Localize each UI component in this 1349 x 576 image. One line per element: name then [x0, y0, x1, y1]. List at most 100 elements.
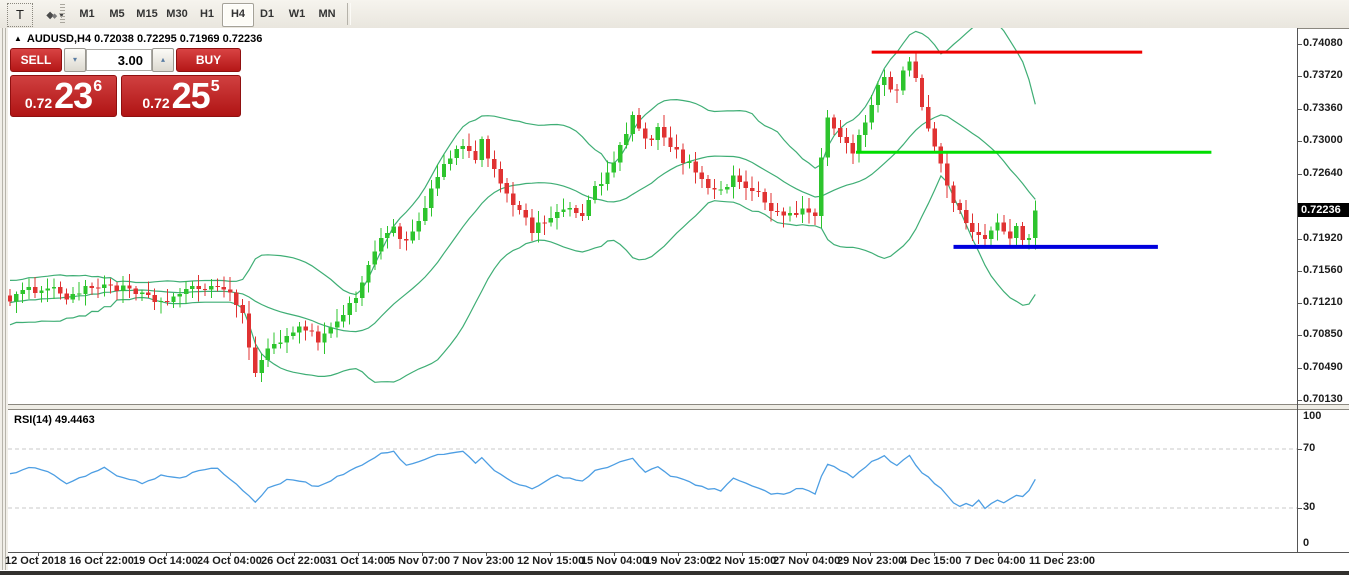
time-axis-label: 15 Nov 04:00 [581, 555, 649, 567]
buy-price-button[interactable]: 0.72 25 5 [121, 75, 241, 117]
diamond-icon: ◆ [51, 13, 58, 20]
candle-body [45, 288, 50, 291]
candle-body [460, 145, 466, 150]
candle-body [687, 161, 692, 163]
rsi-line [9, 450, 1036, 510]
sell-price-button[interactable]: 0.72 23 6 [10, 75, 117, 117]
timeframe-button-w1[interactable]: W1 [282, 3, 312, 25]
buy-button[interactable]: BUY [176, 48, 241, 72]
candle-body [662, 127, 667, 138]
time-axis-label: 7 Dec 04:00 [965, 555, 1026, 567]
sell-button[interactable]: SELL [10, 48, 62, 72]
candle-body [655, 127, 661, 140]
price-axis-label: 0.73360 [1303, 102, 1343, 114]
candle-body [586, 199, 591, 216]
candle-body [592, 186, 598, 200]
candle-body [907, 61, 912, 71]
candle-body [89, 286, 94, 288]
candle-body [580, 213, 585, 216]
sell-price-big: 23 [54, 75, 93, 116]
candle-body [228, 289, 233, 293]
candle-body [278, 342, 283, 345]
candle-body [215, 286, 220, 288]
candle-body [995, 222, 1000, 231]
candle-body [196, 286, 201, 289]
toolbar: T ◆◆▾ M1M5M15M30H1H4D1W1MN [0, 0, 1349, 29]
candle-body [1026, 237, 1032, 240]
volume-increase-button[interactable]: ▴ [152, 48, 174, 72]
candle-body [649, 138, 654, 140]
candle-body [643, 128, 648, 139]
rsi-chart[interactable] [8, 410, 1297, 552]
text-tool-button[interactable]: T [7, 3, 33, 27]
candle-body [605, 172, 610, 185]
timeframe-button-m30[interactable]: M30 [162, 3, 192, 25]
candle-body [624, 134, 629, 145]
candle-body [611, 162, 616, 173]
time-axis-label: 11 Dec 23:00 [1029, 555, 1096, 567]
candle-body [750, 188, 755, 192]
rsi-axis-label: 30 [1303, 501, 1316, 513]
sell-price-prefix: 0.72 [24, 95, 53, 111]
candle-body [1020, 225, 1025, 240]
collapse-arrow-icon[interactable]: ▲ [14, 34, 22, 43]
time-axis-label: 26 Oct 22:00 [261, 555, 326, 567]
timeframe-button-m15[interactable]: M15 [132, 3, 162, 25]
toolbar-separator [347, 3, 351, 25]
candle-body [146, 292, 151, 295]
time-axis-label: 5 Nov 07:00 [389, 555, 451, 567]
volume-input[interactable] [86, 49, 152, 71]
candle-body [429, 188, 434, 208]
candle-body [504, 183, 510, 194]
candle-body [473, 151, 478, 160]
time-axis-label: 12 Oct 2018 [5, 555, 67, 567]
price-axis-label: 0.73720 [1303, 69, 1343, 81]
timeframe-button-m5[interactable]: M5 [102, 3, 132, 25]
candle-body [441, 164, 447, 177]
candle-body [26, 287, 32, 291]
candle-body [926, 106, 931, 129]
candle-body [77, 293, 82, 295]
timeframe-button-h1[interactable]: H1 [192, 3, 222, 25]
window-left-border [0, 28, 8, 576]
volume-decrease-button[interactable]: ▾ [64, 48, 86, 72]
candle-body [768, 202, 774, 211]
candle-body [573, 208, 579, 214]
candle-body [844, 137, 849, 144]
panel-divider[interactable] [8, 404, 1349, 410]
candle-body [850, 143, 856, 154]
candle-body [932, 128, 937, 147]
candle-body [674, 147, 679, 150]
candle-body [70, 294, 76, 300]
candle-body [422, 207, 428, 222]
candle-body [102, 284, 107, 288]
candle-body [322, 333, 327, 343]
candle-body [202, 288, 208, 290]
candle-body [963, 210, 969, 223]
toolbar-grip[interactable] [60, 4, 65, 24]
candle-body [894, 89, 900, 91]
candle-body [976, 232, 981, 236]
candle-body [397, 226, 403, 239]
timeframe-button-d1[interactable]: D1 [252, 3, 282, 25]
timeframe-button-mn[interactable]: MN [312, 3, 342, 25]
candle-body [158, 300, 164, 303]
timeframe-button-m1[interactable]: M1 [72, 3, 102, 25]
candle-body [20, 290, 25, 295]
candle-body [888, 77, 893, 90]
candle-body [989, 230, 994, 240]
time-axis-label: 4 Dec 15:00 [901, 555, 962, 567]
candle-body [1014, 225, 1019, 239]
drawing-tool-button[interactable]: ◆◆▾ [38, 3, 72, 25]
candle-body [448, 158, 453, 164]
timeframe-button-h4[interactable]: H4 [222, 3, 254, 27]
candle-body [706, 179, 711, 189]
candle-body [171, 296, 176, 302]
sell-price-sup: 6 [93, 78, 103, 95]
candle-body [152, 294, 157, 303]
candle-body [812, 212, 818, 217]
candle-body [190, 286, 195, 290]
candle-body [712, 188, 717, 190]
candle-body [121, 285, 126, 291]
bollinger-middle-line [9, 114, 1036, 333]
